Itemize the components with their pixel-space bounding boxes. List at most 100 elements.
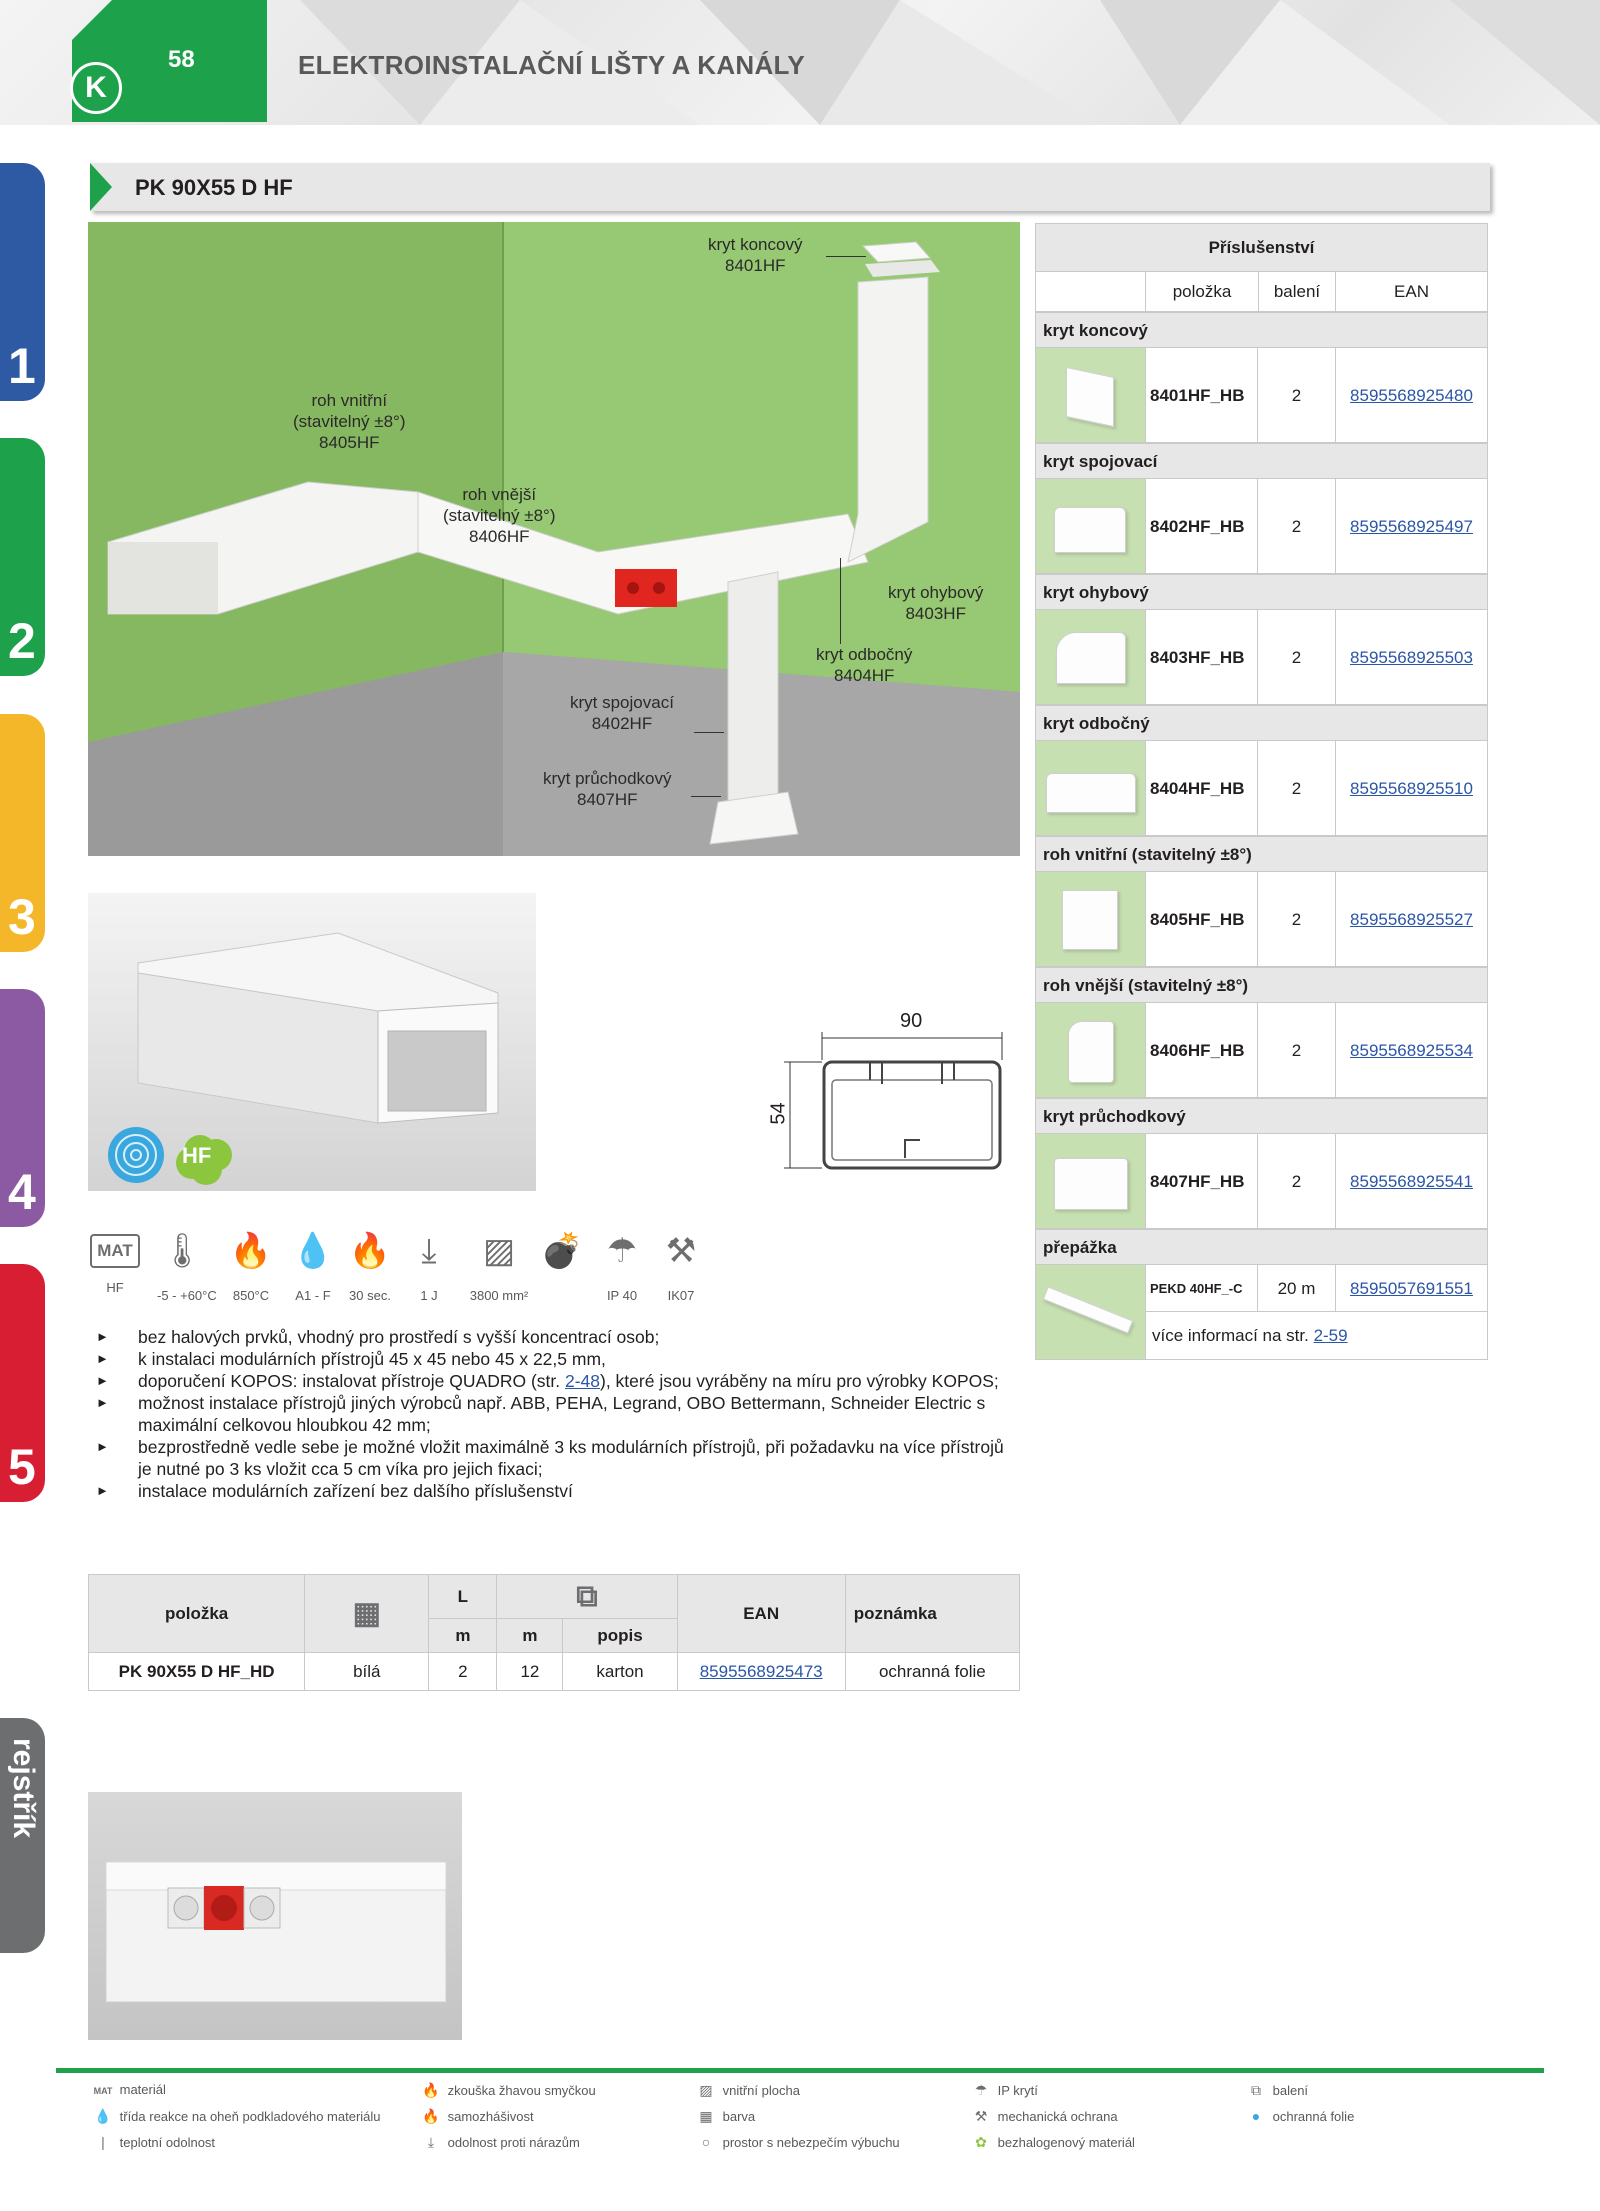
duct-drawing [108,932,499,1185]
package-icon: ⧉ [496,1574,678,1619]
legend-item: ▦ barva [693,2104,755,2128]
chapter-tab-1[interactable]: 1 [0,163,45,401]
legend-item: 💧 třída reakce na oheň podkladového mate… [90,2104,380,2128]
thermometer-icon: | [101,2134,105,2150]
accessories-title: Příslušenství [1036,224,1487,272]
legend-item: MAT materiál [90,2078,166,2102]
col-note: poznámka [844,1574,1021,1653]
ean-link[interactable]: 8595057691551 [1350,1279,1473,1298]
ean-link[interactable]: 8595568925480 [1350,386,1473,405]
leader-line [694,732,724,733]
product-title: PK 90X55 D HF [135,175,293,200]
flame-reaction-icon: 💧 A1 - F [291,1232,335,1303]
chapter-tab-3[interactable]: 3 [0,714,45,952]
legend-item: ○ prostor s nebezpečím výbuchu [693,2130,900,2154]
dimension-width: 90 [900,1010,923,1032]
chapter-tab-4[interactable]: 4 [0,989,45,1227]
divider-row: PEKD 40HF_-C 20 m 8595057691551 více inf… [1036,1265,1487,1359]
legend-item: ▨ vnitřní plocha [693,2078,800,2102]
self-extinguishing-icon: 🔥 [422,2108,440,2124]
feature-item: bezprostředně vedle sebe je možné vložit… [96,1436,1016,1480]
legend-item: ☂ IP krytí [968,2078,1038,2102]
package-icon: ⧉ [1251,2082,1261,2098]
flame-reaction-icon: 💧 [94,2108,112,2124]
product-table: položka ▦ L ⧉ EAN poznámka m m popis PK … [87,1574,1021,1691]
glow-wire-icon: 🔥 850°C [229,1232,273,1303]
feature-list: bez halových prvků, vhodný pro prostředí… [96,1326,1016,1502]
section-divider: přepážka [1036,1229,1487,1265]
section-branch-cover: kryt odbočný [1036,705,1487,741]
section-title: ELEKTROINSTALAČNÍ LIŠTY A KANÁLY [298,50,805,80]
leader-line [826,256,866,257]
index-tab[interactable]: rejstřík [0,1718,45,1953]
bend-cover-thumbnail [1036,610,1146,704]
spec-icons-row: MAT HF 🌡 -5 - +60°C 🔥 850°C 💧 A1 - F 🔥 30 se… [90,1226,720,1316]
icon-legend: MAT materiál 💧 třída reakce na oheň podk… [90,2076,1530,2156]
kopos-logo: K [70,62,122,114]
ip-icon: ☂ IP 40 [606,1232,638,1303]
page-number: 58 [168,46,195,73]
table-row: 8403HF_HB 2 8595568925503 [1036,610,1487,705]
section-outer-corner: roh vnější (stavitelný ±8°) [1036,967,1487,1003]
page-link[interactable]: 2-48 [565,1371,600,1391]
ik-icon: ⚒ [974,2108,988,2124]
color-icon: ▦ [304,1574,430,1653]
label-end-cover: kryt koncový 8401HF [708,235,803,275]
table-row: 8406HF_HB 2 8595568925534 [1036,1003,1487,1098]
installed-duct-drawing [105,1861,447,2003]
ean-link[interactable]: 8595568925473 [700,1662,823,1681]
installation-scene: kryt koncový 8401HF roh vnitřní (staviteln… [88,222,1020,856]
section-bend-cover: kryt ohybový [1036,574,1487,610]
installed-product-photo [88,1792,462,2040]
feature-item: možnost instalace přístrojů jiných výrob… [96,1392,1016,1436]
col-item: položka [87,1574,306,1653]
self-extinguishing-icon: 🔥 30 sec. [348,1232,392,1303]
glow-wire-icon: 🔥 [422,2082,440,2098]
protective-foil-icon: ● [1251,2108,1261,2124]
page-link[interactable]: 2-59 [1314,1326,1348,1345]
table-row: 8407HF_HB 2 8595568925541 [1036,1134,1487,1229]
feature-item: k instalaci modulárních přístrojů 45 x 4… [96,1348,1016,1370]
thermometer-icon: 🌡 -5 - +60°C [157,1232,217,1303]
leader-line [840,558,841,644]
ean-link[interactable]: 8595568925510 [1350,779,1473,798]
label-inner-corner: roh vnitřní (stavitelný ±8°) 8405HF [293,391,406,452]
legend-item: | teplotní odolnost [90,2130,215,2154]
inner-corner-thumbnail [1036,872,1146,966]
hf-badge: HF [182,1143,212,1168]
joint-cover-thumbnail [1036,479,1146,573]
impact-icon: ⤓ 1 J [420,1232,438,1303]
end-cover-thumbnail [1036,348,1146,442]
feature-item: doporučení KOPOS: instalovat přístroje Q… [96,1370,1016,1392]
section-inner-corner: roh vnitřní (stavitelný ±8°) [1036,836,1487,872]
legend-item: 🔥 zkouška žhavou smyčkou [418,2078,595,2102]
feature-item: instalace modulárních zařízení bez další… [96,1480,1016,1502]
hf-icon: ✿ [975,2134,987,2150]
ean-link[interactable]: 8595568925527 [1350,910,1473,929]
col-length: L [428,1574,498,1619]
material-icon: MAT HF [90,1226,140,1295]
leader-line [691,796,721,797]
section-joint-cover: kryt spojovací [1036,443,1487,479]
chapter-tab-2[interactable]: 2 [0,438,45,676]
legend-item: 🔥 samozhášivost [418,2104,533,2128]
section-pass-cover: kryt průchodkový [1036,1098,1487,1134]
ean-link[interactable]: 8595568925541 [1350,1172,1473,1191]
inner-area-icon: ▨ 3800 mm² [469,1232,529,1303]
legend-item: ⚒ mechanická ochrana [968,2104,1118,2128]
explosion-icon: ○ [701,2134,711,2150]
feature-item: bez halových prvků, vhodný pro prostředí… [96,1326,1016,1348]
outer-corner-thumbnail [1036,1003,1146,1097]
color-icon: ▦ [699,2108,713,2124]
col-ean: EAN [676,1574,846,1653]
legend-item: ⤓ odolnost proti nárazům [418,2130,580,2154]
branch-cover-thumbnail [1036,741,1146,835]
table-row: 8404HF_HB 2 8595568925510 [1036,741,1487,836]
ean-link[interactable]: 8595568925503 [1350,648,1473,667]
table-row: 8402HF_HB 2 8595568925497 [1036,479,1487,574]
ik-icon: ⚒ IK07 [665,1232,697,1303]
ean-link[interactable]: 8595568925534 [1350,1041,1473,1060]
chapter-tab-5[interactable]: 5 [0,1264,45,1502]
ean-link[interactable]: 8595568925497 [1350,517,1473,536]
dimension-height: 54 [767,1102,790,1125]
